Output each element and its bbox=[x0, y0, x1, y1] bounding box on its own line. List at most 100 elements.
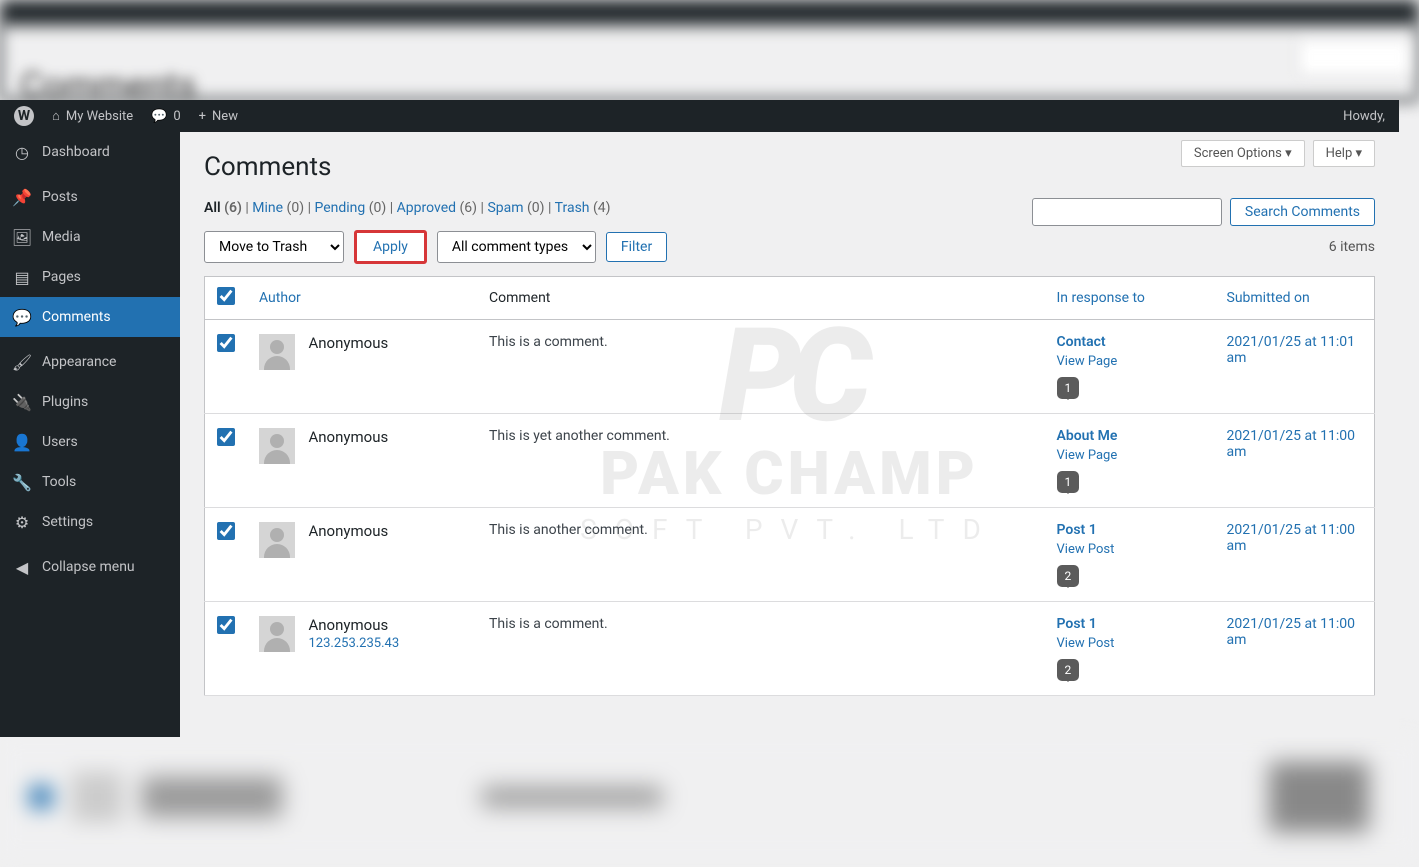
view-link[interactable]: View Page bbox=[1057, 354, 1203, 369]
blur-top-right bbox=[1299, 40, 1409, 75]
sidebar-item-plugins[interactable]: 🔌 Plugins bbox=[0, 382, 180, 422]
comment-count-bubble[interactable]: 2 bbox=[1057, 659, 1080, 681]
sidebar-item-label: Posts bbox=[42, 189, 78, 205]
sidebar-item-label: Comments bbox=[42, 309, 111, 325]
row-checkbox[interactable] bbox=[217, 616, 235, 634]
row-checkbox[interactable] bbox=[217, 428, 235, 446]
response-title-link[interactable]: Contact bbox=[1057, 334, 1203, 350]
comment-text: This is a comment. bbox=[477, 320, 1045, 414]
response-title-link[interactable]: About Me bbox=[1057, 428, 1203, 444]
sidebar-item-label: Pages bbox=[42, 269, 81, 285]
author-name: Anonymous bbox=[308, 522, 388, 540]
table-row: Anonymous This is yet another comment. A… bbox=[205, 414, 1375, 508]
filter-mine[interactable]: Mine (0) bbox=[252, 200, 304, 216]
comments-bubble[interactable]: 💬 0 bbox=[147, 109, 185, 124]
sidebar-item-label: Tools bbox=[42, 474, 76, 490]
comment-count-bubble[interactable]: 1 bbox=[1057, 471, 1080, 493]
sidebar-item-comments[interactable]: 💬 Comments bbox=[0, 297, 180, 337]
posts-icon: 📌 bbox=[12, 187, 32, 207]
author-ip[interactable]: 123.253.235.43 bbox=[308, 636, 399, 651]
date-link[interactable]: 2021/01/25 at 11:00 am bbox=[1227, 522, 1356, 554]
howdy-label: Howdy, bbox=[1343, 109, 1385, 124]
filter-button[interactable]: Filter bbox=[606, 232, 667, 262]
home-icon: ⌂ bbox=[52, 108, 60, 124]
sidebar-item-label: Users bbox=[42, 434, 78, 450]
sidebar-item-tools[interactable]: 🔧 Tools bbox=[0, 462, 180, 502]
search-input[interactable] bbox=[1032, 198, 1222, 226]
comments-table: Author Comment In response to Submitted … bbox=[204, 276, 1375, 696]
admin-sidebar: ◷ Dashboard 📌 Posts 🖼 Media ▤ Pages 💬 Comment… bbox=[0, 132, 180, 737]
row-checkbox[interactable] bbox=[217, 522, 235, 540]
filter-all[interactable]: All (6) bbox=[204, 200, 242, 216]
comment-text: This is a comment. bbox=[477, 602, 1045, 696]
admin-bar: W ⌂ My Website 💬 0 + New Howdy, bbox=[0, 100, 1399, 132]
comment-type-select[interactable]: All comment types bbox=[437, 231, 596, 263]
comments-icon: 💬 bbox=[12, 307, 32, 327]
author-column-header[interactable]: Author bbox=[247, 277, 477, 320]
dashboard-icon: ◷ bbox=[12, 142, 32, 162]
sidebar-item-label: Settings bbox=[42, 514, 93, 530]
date-link[interactable]: 2021/01/25 at 11:00 am bbox=[1227, 428, 1356, 460]
users-icon: 👤 bbox=[12, 432, 32, 452]
appearance-icon: 🖌 bbox=[12, 352, 32, 372]
plugins-icon: 🔌 bbox=[12, 392, 32, 412]
comment-count-bubble[interactable]: 1 bbox=[1057, 377, 1080, 399]
sidebar-item-label: Plugins bbox=[42, 394, 88, 410]
date-column-header[interactable]: Submitted on bbox=[1215, 277, 1375, 320]
blur-bottom-row bbox=[0, 737, 1419, 857]
pages-icon: ▤ bbox=[12, 267, 32, 287]
sidebar-item-media[interactable]: 🖼 Media bbox=[0, 217, 180, 257]
date-link[interactable]: 2021/01/25 at 11:00 am bbox=[1227, 616, 1356, 648]
author-name: Anonymous bbox=[308, 616, 399, 634]
filter-approved[interactable]: Approved (6) bbox=[397, 200, 477, 216]
wp-logo[interactable]: W bbox=[10, 106, 38, 126]
media-icon: 🖼 bbox=[12, 227, 32, 247]
howdy-link[interactable]: Howdy, bbox=[1339, 109, 1389, 124]
screen-options-button[interactable]: Screen Options ▾ bbox=[1181, 140, 1305, 167]
response-title-link[interactable]: Post 1 bbox=[1057, 522, 1203, 538]
apply-button[interactable]: Apply bbox=[354, 230, 427, 264]
sidebar-item-collapse[interactable]: ◀Collapse menu bbox=[0, 547, 180, 587]
row-checkbox[interactable] bbox=[217, 334, 235, 352]
filter-trash[interactable]: Trash (4) bbox=[555, 200, 611, 216]
blur-top-gray bbox=[0, 25, 1419, 100]
help-button[interactable]: Help ▾ bbox=[1313, 140, 1375, 167]
view-link[interactable]: View Post bbox=[1057, 636, 1203, 651]
comment-count: 0 bbox=[173, 109, 180, 124]
sidebar-item-pages[interactable]: ▤ Pages bbox=[0, 257, 180, 297]
sidebar-item-posts[interactable]: 📌 Posts bbox=[0, 177, 180, 217]
collapse-icon: ◀ bbox=[12, 557, 32, 577]
date-link[interactable]: 2021/01/25 at 11:01 am bbox=[1227, 334, 1356, 366]
filter-spam[interactable]: Spam (0) bbox=[487, 200, 544, 216]
sidebar-item-label: Media bbox=[42, 229, 81, 245]
avatar bbox=[259, 428, 295, 464]
search-comments-button[interactable]: Search Comments bbox=[1230, 198, 1375, 226]
new-label: New bbox=[212, 109, 238, 124]
bulk-action-select[interactable]: Move to Trash bbox=[204, 231, 344, 263]
sidebar-item-label: Dashboard bbox=[42, 144, 110, 160]
view-link[interactable]: View Page bbox=[1057, 448, 1203, 463]
select-all-checkbox[interactable] bbox=[217, 287, 235, 305]
settings-icon: ⚙ bbox=[12, 512, 32, 532]
site-name-link[interactable]: ⌂ My Website bbox=[48, 108, 137, 124]
table-row: Anonymous This is a comment. Contact Vie… bbox=[205, 320, 1375, 414]
response-column-header[interactable]: In response to bbox=[1045, 277, 1215, 320]
comment-text: This is yet another comment. bbox=[477, 414, 1045, 508]
comment-count-bubble[interactable]: 2 bbox=[1057, 565, 1080, 587]
view-link[interactable]: View Post bbox=[1057, 542, 1203, 557]
filter-pending[interactable]: Pending (0) bbox=[314, 200, 386, 216]
site-name-label: My Website bbox=[66, 109, 133, 124]
sidebar-item-settings[interactable]: ⚙ Settings bbox=[0, 502, 180, 542]
sidebar-item-appearance[interactable]: 🖌 Appearance bbox=[0, 342, 180, 382]
author-name: Anonymous bbox=[308, 428, 388, 446]
sidebar-item-users[interactable]: 👤 Users bbox=[0, 422, 180, 462]
author-name: Anonymous bbox=[308, 334, 388, 352]
items-count: 6 items bbox=[1329, 239, 1375, 255]
new-link[interactable]: + New bbox=[195, 109, 242, 124]
avatar bbox=[259, 616, 295, 652]
response-title-link[interactable]: Post 1 bbox=[1057, 616, 1203, 632]
tools-icon: 🔧 bbox=[12, 472, 32, 492]
table-row: Anonymous 123.253.235.43 This is a comme… bbox=[205, 602, 1375, 696]
sidebar-item-dashboard[interactable]: ◷ Dashboard bbox=[0, 132, 180, 172]
sidebar-item-label: Appearance bbox=[42, 354, 116, 370]
